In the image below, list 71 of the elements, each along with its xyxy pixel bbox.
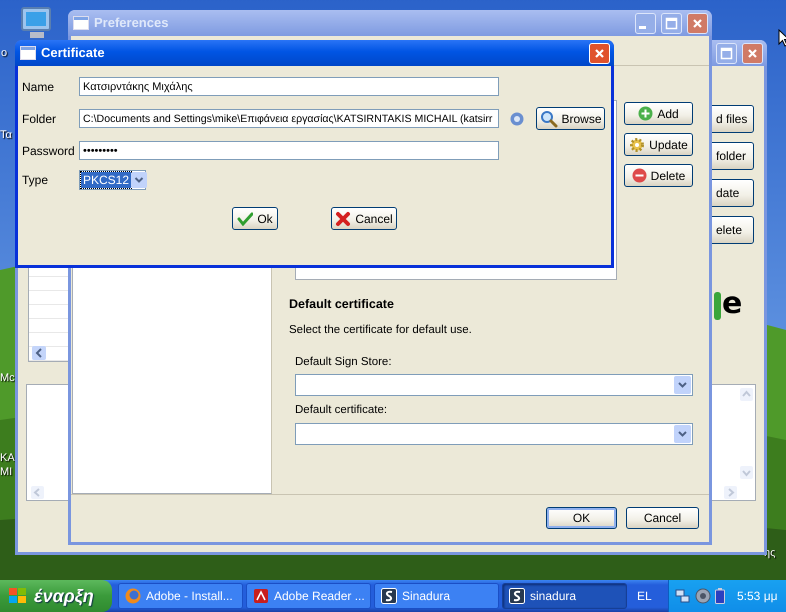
add-icon (638, 106, 654, 121)
maximize-button[interactable] (661, 12, 682, 34)
section-title: Default certificate (289, 296, 395, 313)
dropdown-field[interactable] (295, 422, 693, 444)
document-icon (253, 588, 269, 604)
text-field[interactable]: Κατσιρντάκης Μιχάλης (79, 77, 499, 96)
delete-button[interactable]: Delete (624, 164, 693, 187)
close-button[interactable] (742, 42, 763, 64)
browse-button[interactable]: Browse (536, 107, 605, 130)
scroll-down-icon (740, 466, 753, 479)
field-label: Default certificate: (295, 403, 388, 418)
icon-label: Mc (0, 372, 15, 385)
ok-button[interactable]: Ok (232, 207, 278, 230)
dropdown-field[interactable] (295, 374, 693, 396)
windows-logo-icon (8, 587, 28, 605)
cancel-button[interactable]: Cancel (331, 207, 397, 230)
maximize-icon (719, 46, 734, 60)
speaker-icon (695, 588, 711, 604)
language-indicator[interactable]: EL (637, 587, 652, 605)
start-button[interactable]: έναρξη (0, 580, 112, 612)
add-button[interactable]: Add (624, 102, 693, 125)
dialog-button[interactable]: OK (546, 507, 617, 529)
field-label: Name (22, 78, 56, 96)
remove-icon (632, 168, 647, 183)
icon-label: KA (0, 452, 15, 465)
caret-icon (674, 424, 691, 442)
maximize-button[interactable] (716, 42, 737, 64)
caret-icon (674, 376, 691, 394)
taskbar-button[interactable]: Sinadura (374, 583, 499, 609)
app-icon (509, 588, 525, 604)
section-hint: Select the certificate for default use. (289, 322, 473, 338)
icon-label: Τα (0, 129, 12, 142)
update-button[interactable]: Update (624, 133, 693, 156)
search-icon (540, 110, 558, 128)
field-label: Folder (22, 110, 58, 128)
text-field[interactable]: C:\Documents and Settings\mike\Επιφάνεια εργασίας\KATSIRNTAKIS MICHAIL (katsirr (79, 109, 499, 128)
window-icon (20, 46, 36, 60)
help-icon (510, 112, 524, 126)
taskbar-button[interactable]: Adobe Reader ... (246, 583, 371, 609)
network-icon (675, 588, 691, 604)
minimize-button[interactable] (635, 12, 656, 34)
field-label: Password (22, 142, 76, 160)
check-icon (237, 212, 254, 226)
minimize-icon (639, 26, 646, 29)
window-icon (73, 16, 89, 30)
gear-icon (629, 136, 646, 152)
icon-label: MI (0, 466, 12, 479)
maximize-icon (664, 16, 679, 30)
field-label: Default Sign Store: (295, 355, 393, 370)
taskbar-button[interactable]: sinadura (502, 583, 627, 609)
scroll-left-icon (32, 346, 46, 360)
text-field[interactable]: ••••••••• (79, 141, 499, 160)
close-button[interactable] (687, 12, 708, 34)
battery-icon (715, 588, 725, 604)
app-icon (381, 588, 397, 604)
icon-label: o (1, 47, 8, 60)
logo-mark-icon (714, 292, 721, 320)
dropdown-field[interactable]: PKCS12 (79, 170, 146, 190)
browser-icon (125, 588, 141, 604)
dialog-button[interactable]: Cancel (626, 507, 699, 529)
window-title: Preferences (94, 14, 170, 32)
caret-icon (131, 172, 148, 188)
scroll-left-icon (31, 486, 44, 499)
taskbar-button[interactable]: Adobe - Install... (118, 583, 243, 609)
clock-text: 5:53 μμ (737, 588, 778, 605)
field-label: Type (22, 172, 50, 189)
scroll-right-icon (724, 486, 737, 499)
scroll-up-icon (740, 388, 753, 401)
window-title: Certificate (41, 44, 106, 62)
cross-icon (335, 210, 352, 226)
logo-text: e (722, 290, 742, 318)
